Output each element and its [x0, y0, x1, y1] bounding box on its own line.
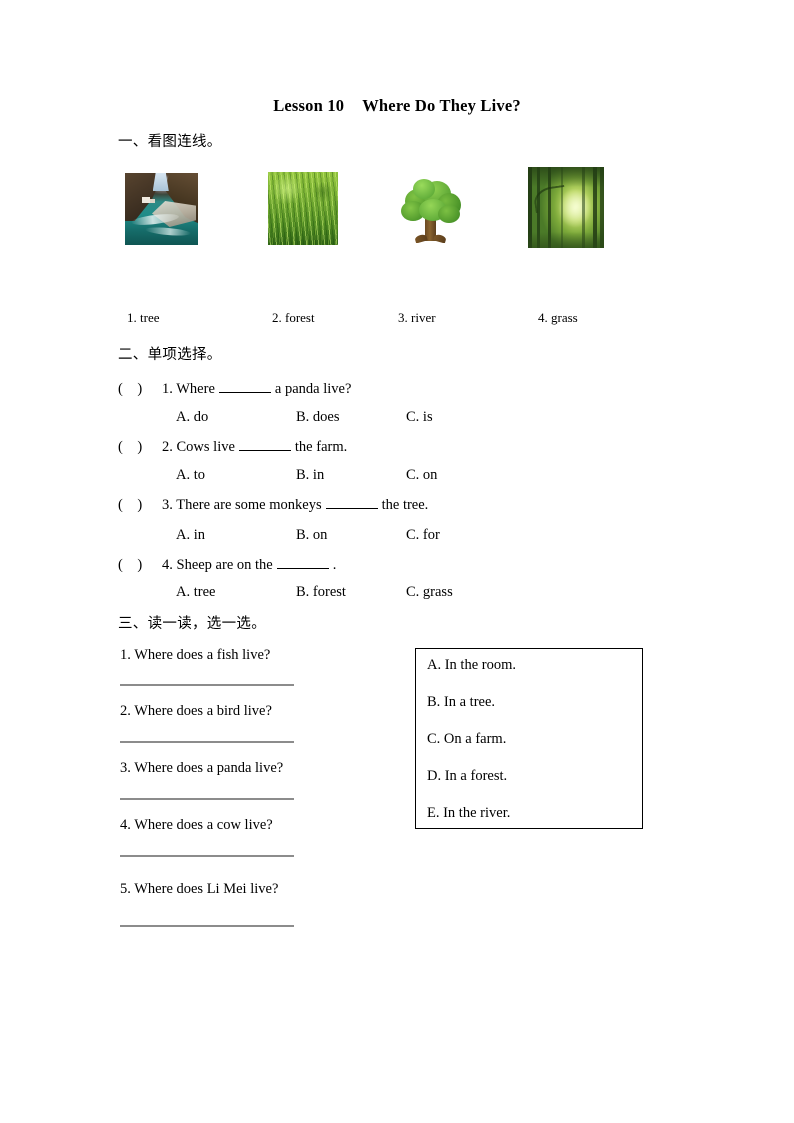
picture-label-4: 4. grass	[538, 310, 578, 325]
tree-root-left	[414, 233, 428, 243]
mc-options-2: A. to B. in C. on	[118, 467, 496, 484]
mc-options-3: A. in B. on C. for	[118, 527, 496, 544]
s3-question-5: 5. Where does Li Mei live?	[120, 881, 279, 897]
picture-label-3: 3. river	[398, 310, 436, 325]
mc-question-1: ( ) 1. Where a panda live?	[118, 380, 351, 398]
answer-choice-d[interactable]: D. In a forest.	[427, 768, 507, 785]
section-3-header: 三、读一读，选一选。	[118, 616, 266, 632]
lesson-name: Where Do They Live?	[362, 96, 521, 115]
s3-answer-line-4[interactable]	[120, 855, 294, 857]
answer-choice-b[interactable]: B. In a tree.	[427, 694, 495, 711]
mc-q4-option-b[interactable]: B. forest	[296, 584, 406, 601]
worksheet-page: Lesson 10 Where Do They Live? 一、看图连线。 1.…	[0, 0, 794, 1123]
s3-answer-line-2[interactable]	[120, 741, 294, 743]
answer-paren-2[interactable]: ( )	[118, 439, 162, 456]
mc-question-2: ( ) 2. Cows live the farm.	[118, 438, 347, 456]
answer-choice-a[interactable]: A. In the room.	[427, 657, 516, 674]
mc-q2-blank	[238, 438, 291, 451]
mc-q3-blank	[325, 496, 378, 509]
tree-foliage-cluster	[438, 205, 460, 223]
forest-floor-shade	[528, 232, 604, 248]
mc-q4-option-a[interactable]: A. tree	[118, 584, 296, 601]
answer-choice-c[interactable]: C. On a farm.	[427, 731, 506, 748]
mc-question-3: ( ) 3. There are some monkeys the tree.	[118, 496, 428, 514]
river-photo-icon	[125, 173, 198, 245]
mc-q4-option-c[interactable]: C. grass	[406, 584, 496, 601]
answer-paren-1[interactable]: ( )	[118, 381, 162, 398]
mc-q2-text-after: the farm.	[294, 439, 348, 455]
s3-question-2: 2. Where does a bird live?	[120, 703, 272, 719]
mc-q3-text-before: There are some monkeys	[176, 497, 322, 513]
mc-q2-option-b[interactable]: B. in	[296, 467, 406, 484]
mc-q2-number: 2.	[162, 439, 173, 455]
s3-answer-line-5[interactable]	[120, 925, 294, 927]
s3-answer-line-1[interactable]	[120, 684, 294, 686]
tree-illustration-icon	[393, 175, 467, 243]
mc-q3-option-b[interactable]: B. on	[296, 527, 406, 544]
answer-choice-box: A. In the room. B. In a tree. C. On a fa…	[415, 648, 643, 829]
mc-q4-text-after: .	[332, 557, 337, 573]
mc-q1-text-before: Where	[176, 381, 215, 397]
mc-q3-number: 3.	[162, 497, 173, 513]
grass-highlight	[272, 174, 302, 204]
mc-q1-option-a[interactable]: A. do	[118, 409, 296, 426]
mc-options-4: A. tree B. forest C. grass	[118, 584, 496, 601]
s3-answer-line-3[interactable]	[120, 798, 294, 800]
mc-options-1: A. do B. does C. is	[118, 409, 496, 426]
river-foam-lower	[144, 226, 192, 237]
lesson-number: Lesson 10	[273, 96, 345, 115]
s3-question-1: 1. Where does a fish live?	[120, 647, 271, 663]
answer-paren-4[interactable]: ( )	[118, 557, 162, 574]
mc-q3-text-after: the tree.	[381, 497, 429, 513]
mc-q1-option-c[interactable]: C. is	[406, 409, 496, 426]
mc-question-4: ( ) 4. Sheep are on the.	[118, 556, 336, 574]
section-1-header: 一、看图连线。	[118, 134, 222, 150]
section-2-header: 二、单项选择。	[118, 347, 222, 363]
mc-q1-number: 1.	[162, 381, 173, 397]
mc-q1-text-after: a panda live?	[274, 381, 352, 397]
answer-paren-3[interactable]: ( )	[118, 497, 162, 514]
mc-q2-option-c[interactable]: C. on	[406, 467, 496, 484]
tree-root-right	[433, 233, 447, 243]
picture-label-2: 2. forest	[272, 310, 315, 325]
tree-foliage-cluster	[413, 179, 435, 199]
mc-q1-blank	[218, 380, 271, 393]
grass-photo-icon	[268, 172, 338, 245]
mc-q3-option-a[interactable]: A. in	[118, 527, 296, 544]
mc-q3-option-c[interactable]: C. for	[406, 527, 496, 544]
mc-q1-option-b[interactable]: B. does	[296, 409, 406, 426]
forest-photo-icon	[528, 167, 604, 248]
mc-q4-number: 4.	[162, 557, 173, 573]
answer-choice-e[interactable]: E. In the river.	[427, 805, 510, 822]
picture-label-1: 1. tree	[127, 310, 160, 325]
grass-shadow-spot	[312, 182, 334, 202]
mc-q4-text-before: Sheep are on the	[176, 557, 273, 573]
forest-canopy-shade	[528, 167, 604, 187]
page-title: Lesson 10 Where Do They Live?	[0, 96, 794, 116]
river-hut	[142, 197, 150, 203]
mc-q4-blank	[276, 556, 329, 569]
mc-q2-option-a[interactable]: A. to	[118, 467, 296, 484]
s3-question-3: 3. Where does a panda live?	[120, 760, 284, 776]
mc-q2-text-before: Cows live	[176, 439, 235, 455]
s3-question-4: 4. Where does a cow live?	[120, 817, 273, 833]
